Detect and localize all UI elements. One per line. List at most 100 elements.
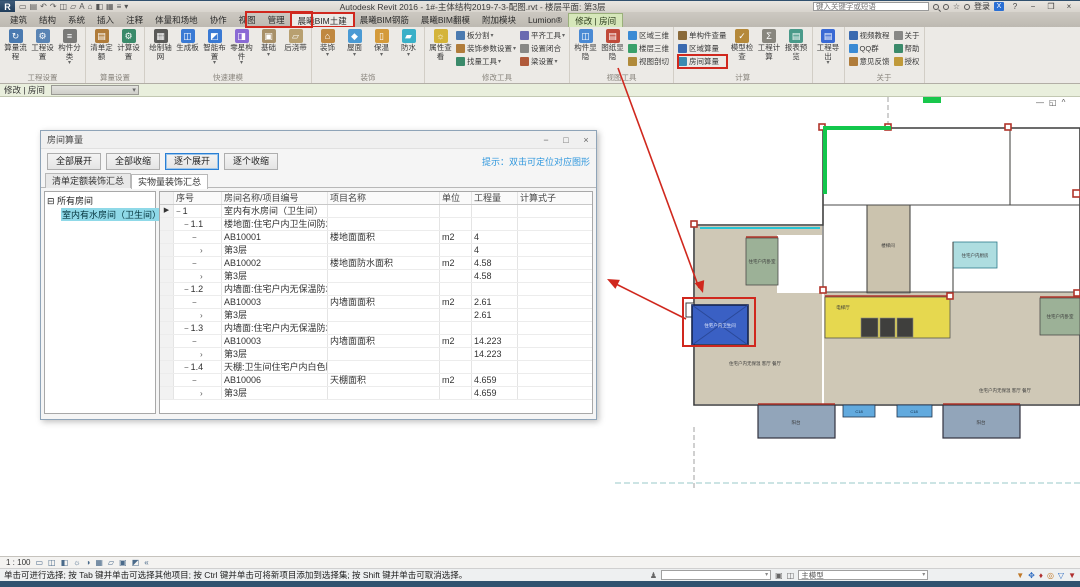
options-bar-dropdown[interactable]: ▾ <box>51 85 139 95</box>
visual-style-icon[interactable]: ◧ <box>61 558 69 567</box>
tab-插入[interactable]: 插入 <box>91 13 120 27</box>
tab-体量和场地[interactable]: 体量和场地 <box>149 13 204 27</box>
tab-晨曦BIM翻模[interactable]: 晨曦BIM翻模 <box>415 13 476 27</box>
drawing-area[interactable]: — ◱ ^ <box>0 97 1080 556</box>
expander-icon[interactable]: › <box>200 311 203 320</box>
beam-settings-button[interactable]: 梁设置▾ <box>520 55 565 68</box>
scale-icon[interactable]: ▭ <box>35 558 43 567</box>
room-quantity-button[interactable]: 房间算量 <box>678 55 727 68</box>
misc-component-button[interactable]: ◨零星构件▾ <box>228 28 255 66</box>
section-icon[interactable]: ◧ <box>95 2 103 12</box>
show-crop-icon[interactable]: ▱ <box>108 558 114 567</box>
post-cast-strip-button[interactable]: ▱后浇带 <box>282 28 309 53</box>
view-scale[interactable]: 1 : 100 <box>6 558 30 567</box>
detail-level-icon[interactable]: ◫ <box>48 558 56 567</box>
roof-button[interactable]: ◆屋面▾ <box>341 28 368 58</box>
sign-in-label[interactable]: 登录 <box>974 1 990 12</box>
expand-all-button[interactable]: 全部展开 <box>47 153 101 170</box>
cad-visibility-button[interactable]: ▤图纸显隐 <box>599 28 626 61</box>
table-row[interactable]: ▶−1室内有水房间（卫生间） <box>160 205 592 218</box>
restore-button[interactable]: ❒ <box>1044 2 1058 11</box>
set-closure-button[interactable]: 设置闭合 <box>520 42 565 55</box>
room-stair[interactable] <box>867 205 910 293</box>
expander-icon[interactable]: › <box>200 272 203 281</box>
table-row[interactable]: −AB10003内墙面面积m22.61 <box>160 296 592 309</box>
quantity-find-button[interactable]: 找量工具▾ <box>456 55 516 68</box>
press-drag-icon[interactable]: ✥ <box>1028 571 1035 580</box>
pin-icon[interactable]: ♦ <box>1039 571 1043 580</box>
exclude-options-icon[interactable]: ▼ <box>1016 571 1024 580</box>
expander-icon[interactable]: − <box>192 298 197 307</box>
tab-quantity-summary[interactable]: 实物量装饰汇总 <box>131 174 208 189</box>
draw-grid-button[interactable]: ▦绘制轴网 <box>147 28 174 61</box>
table-row[interactable]: ›第3层4.659 <box>160 387 592 400</box>
table-row[interactable]: −AB10001楼地面面积m24 <box>160 231 592 244</box>
expander-icon[interactable]: − <box>192 376 197 385</box>
design-options-icon[interactable]: ◫ <box>787 571 795 580</box>
tree-node-all-rooms[interactable]: ⊟ 所有房间 <box>47 194 153 207</box>
shadows-icon[interactable]: ◑ <box>86 558 91 567</box>
redo-icon[interactable]: ↷ <box>50 2 57 12</box>
table-row[interactable]: −AB10006天棚面积m24.659 <box>160 374 592 387</box>
room-hall[interactable] <box>777 235 823 293</box>
expander-icon[interactable]: − <box>184 220 189 229</box>
filter-icon[interactable]: ▼ <box>1068 571 1076 580</box>
expander-icon[interactable]: − <box>176 207 181 216</box>
tab-系统[interactable]: 系统 <box>62 13 91 27</box>
customize-qat-icon[interactable]: ▾ <box>124 2 128 12</box>
tab-附加模块[interactable]: 附加模块 <box>476 13 522 27</box>
region-quantity-button[interactable]: 区域算量 <box>678 42 727 55</box>
thin-lines-icon[interactable]: ▦ <box>106 2 114 12</box>
switch-windows-icon[interactable]: ≡ <box>117 2 122 12</box>
workflow-button[interactable]: ↻算量流程 <box>2 28 29 61</box>
insulation-button[interactable]: ▯保温▾ <box>368 28 395 58</box>
dialog-minimize-button[interactable]: − <box>536 135 556 145</box>
tree-node-wet-rooms[interactable]: 室内有水房间（卫生间） <box>61 208 162 221</box>
expander-icon[interactable]: − <box>192 233 197 242</box>
editable-only-icon[interactable]: ▣ <box>775 571 783 580</box>
decoration-button[interactable]: ⌂装饰▾ <box>314 28 341 58</box>
worksets-dropdown[interactable]: ▾ <box>661 570 771 580</box>
expander-icon[interactable]: − <box>192 259 197 268</box>
component-category-button[interactable]: ≡构件分类▾ <box>56 28 83 66</box>
property-view-button[interactable]: ☼属性查看 <box>427 28 454 61</box>
foundation-button[interactable]: ▣基础▾ <box>255 28 282 58</box>
collapse-all-button[interactable]: 全部收缩 <box>106 153 160 170</box>
favorites-star-icon[interactable]: ☆ <box>953 2 960 11</box>
help-button[interactable]: 帮助 <box>894 42 920 55</box>
table-row[interactable]: −AB10002楼地面防水面积m24.58 <box>160 257 592 270</box>
tab-建筑[interactable]: 建筑 <box>4 13 33 27</box>
exchange-icon[interactable] <box>943 4 949 10</box>
hidden-elements-icon[interactable]: ◩ <box>132 558 140 567</box>
quota-list-button[interactable]: ▤清单定额 <box>88 28 115 61</box>
table-row[interactable]: −1.3内墙面:住宅户内无保温防水墙... <box>160 322 592 335</box>
minimize-button[interactable]: − <box>1026 2 1040 11</box>
close-button[interactable]: × <box>1062 2 1076 11</box>
component-visibility-button[interactable]: ◫构件显隐 <box>572 28 599 61</box>
default-3d-view-icon[interactable]: ⌂ <box>88 2 93 12</box>
table-row[interactable]: ›第3层2.61 <box>160 309 592 322</box>
waterproof-button[interactable]: ▰防水▾ <box>395 28 422 58</box>
measure-icon[interactable]: ▱ <box>70 2 76 12</box>
view-section-button[interactable]: 视图剖切 <box>628 55 669 68</box>
expander-icon[interactable]: › <box>200 389 203 398</box>
expander-icon[interactable]: − <box>184 285 189 294</box>
decoration-params-button[interactable]: 装饰参数设置▾ <box>456 42 516 55</box>
smart-layout-button[interactable]: ◩智能布置▾ <box>201 28 228 66</box>
constraints-icon[interactable]: « <box>144 558 148 567</box>
search-icon[interactable] <box>933 4 939 10</box>
tab-注释[interactable]: 注释 <box>120 13 149 27</box>
about-button[interactable]: 关于 <box>894 29 920 42</box>
dialog-title-bar[interactable]: 房间算量 − □ × <box>41 131 596 149</box>
table-row[interactable]: ›第3层14.223 <box>160 348 592 361</box>
links-icon[interactable]: ◎ <box>1047 571 1054 580</box>
open-icon[interactable]: ▭ <box>19 2 27 12</box>
text-icon[interactable]: A <box>79 2 84 12</box>
tab-协作[interactable]: 协作 <box>204 13 233 27</box>
tab-quota-summary[interactable]: 清单定额装饰汇总 <box>45 173 131 188</box>
help-menu-button[interactable]: ? <box>1008 2 1022 11</box>
expander-icon[interactable]: − <box>184 363 189 372</box>
floor-plan[interactable]: 住宅户内卫生间 住宅户内无保温 客厅 餐厅 住宅户内无保温 客厅 餐厅 住宅户内… <box>615 97 1080 489</box>
tab-管理[interactable]: 管理 <box>262 13 291 27</box>
region-3d-button[interactable]: 区域三维 <box>628 29 669 42</box>
